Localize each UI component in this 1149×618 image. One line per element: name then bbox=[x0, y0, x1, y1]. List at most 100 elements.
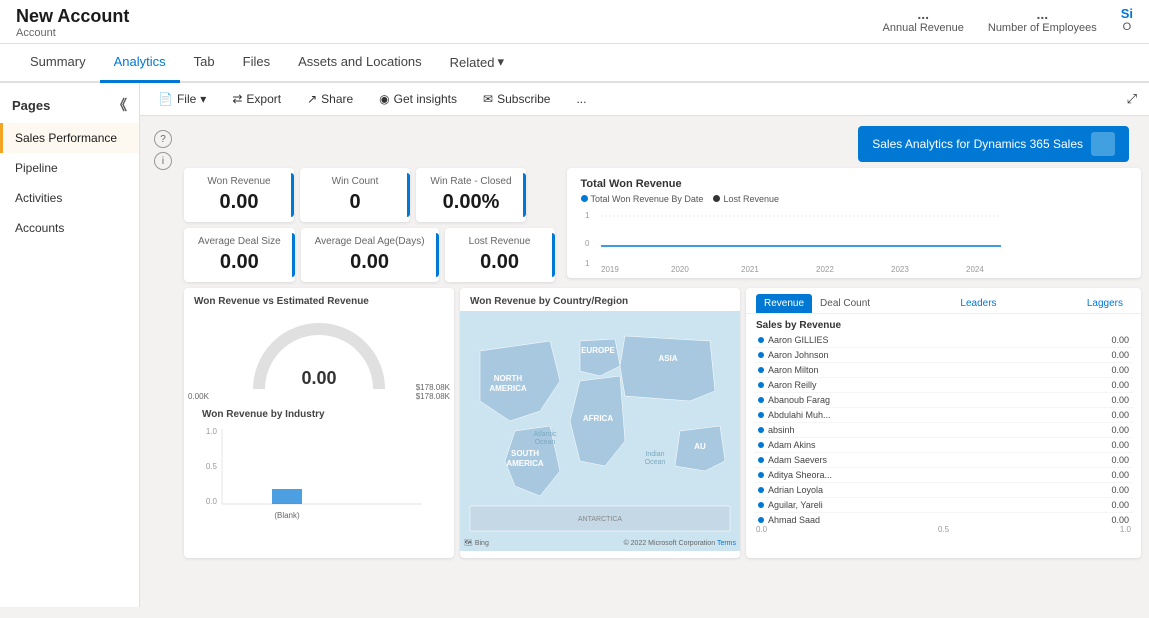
won-vs-estimated-title: Won Revenue vs Estimated Revenue bbox=[184, 288, 454, 311]
tab-assets[interactable]: Assets and Locations bbox=[284, 44, 436, 83]
sales-row-name: Adam Saevers bbox=[758, 455, 827, 465]
sales-name: absinh bbox=[768, 425, 795, 435]
sidebar-header: Pages 《 bbox=[0, 91, 139, 123]
svg-text:NORTH: NORTH bbox=[494, 374, 523, 383]
sales-tab-deal-count[interactable]: Deal Count bbox=[812, 294, 878, 313]
svg-text:0: 0 bbox=[585, 239, 590, 248]
svg-text:(Blank): (Blank) bbox=[274, 511, 300, 520]
svg-text:SOUTH: SOUTH bbox=[511, 449, 539, 458]
tab-files[interactable]: Files bbox=[229, 44, 284, 83]
annual-revenue-item[interactable]: ... Annual Revenue bbox=[883, 6, 964, 34]
sales-name: Aaron Reilly bbox=[768, 380, 817, 390]
annual-revenue-label: Annual Revenue bbox=[883, 22, 964, 34]
export-label: Export bbox=[246, 92, 281, 106]
map-logo: 🗺 Bing bbox=[464, 539, 489, 547]
insights-button[interactable]: ◉ Get insights bbox=[373, 89, 463, 109]
stat-avg-deal-age: Average Deal Age(Days) 0.00 bbox=[301, 228, 439, 282]
sales-tab-leaders[interactable]: Leaders bbox=[952, 294, 1004, 313]
map-card: Won Revenue by Country/Region bbox=[460, 288, 740, 558]
sidebar-collapse-icon[interactable]: 《 bbox=[113, 95, 127, 115]
sales-list-item: Adam Saevers 0.00 bbox=[754, 453, 1133, 468]
stat-win-count-label: Win Count bbox=[314, 176, 396, 187]
file-label: File bbox=[177, 92, 196, 106]
sales-dot bbox=[758, 352, 764, 358]
sales-list-item: Aguilar, Yareli 0.00 bbox=[754, 498, 1133, 513]
num-employees-item[interactable]: ... Number of Employees bbox=[988, 6, 1097, 34]
sales-name: Adam Akins bbox=[768, 440, 816, 450]
tab-related[interactable]: Related ▾ bbox=[436, 44, 518, 83]
sales-name: Ahmad Saad bbox=[768, 515, 820, 523]
info-icon-1[interactable]: ? bbox=[154, 130, 172, 148]
file-button[interactable]: 📄 File ▾ bbox=[152, 89, 212, 109]
more-button[interactable]: ... bbox=[570, 89, 592, 109]
more-label: ... bbox=[576, 92, 586, 106]
main-layout: Pages 《 Sales Performance Pipeline Activ… bbox=[0, 83, 1149, 607]
insights-icon: ◉ bbox=[379, 92, 389, 106]
file-dropdown-icon: ▾ bbox=[200, 92, 206, 106]
tab-analytics[interactable]: Analytics bbox=[100, 44, 180, 83]
sidebar-item-accounts[interactable]: Accounts bbox=[0, 213, 139, 243]
content-area: 📄 File ▾ ⇄ Export ↗ Share ◉ Get insights… bbox=[140, 83, 1149, 607]
other-label: O bbox=[1121, 21, 1133, 33]
sales-value: 0.00 bbox=[1111, 425, 1129, 435]
won-vs-estimated-card: Won Revenue vs Estimated Revenue 0.00 0.… bbox=[184, 288, 454, 558]
info-icon-2[interactable]: i bbox=[154, 152, 172, 170]
industry-bar-svg: 1.0 0.5 0.0 (Blank) bbox=[192, 424, 432, 524]
svg-text:AU: AU bbox=[694, 442, 706, 451]
export-button[interactable]: ⇄ Export bbox=[226, 89, 287, 109]
insights-label: Get insights bbox=[394, 92, 457, 106]
sales-tab-laggers[interactable]: Laggers bbox=[1079, 294, 1131, 313]
sales-list-item: Aaron GILLIES 0.00 bbox=[754, 333, 1133, 348]
gauge-svg: 0.00 bbox=[239, 314, 399, 399]
expand-button[interactable]: ⤢ bbox=[1127, 91, 1137, 107]
stat-lost-revenue: Lost Revenue 0.00 bbox=[445, 228, 555, 282]
tab-tab[interactable]: Tab bbox=[180, 44, 229, 83]
account-info: New Account Account bbox=[16, 6, 129, 39]
svg-text:ANTARCTICA: ANTARCTICA bbox=[578, 516, 623, 523]
sales-list[interactable]: Aaron GILLIES 0.00 Aaron Johnson 0.00 Aa… bbox=[746, 333, 1141, 523]
sales-list-item: Aaron Milton 0.00 bbox=[754, 363, 1133, 378]
account-subtitle: Account bbox=[16, 27, 129, 39]
stat-lost-revenue-label: Lost Revenue bbox=[459, 236, 541, 247]
sales-value: 0.00 bbox=[1111, 380, 1129, 390]
tab-summary[interactable]: Summary bbox=[16, 44, 100, 83]
svg-text:0.5: 0.5 bbox=[206, 462, 218, 471]
sales-name: Aaron GILLIES bbox=[768, 335, 829, 345]
subscribe-label: Subscribe bbox=[497, 92, 550, 106]
stat-win-rate: Win Rate - Closed 0.00% bbox=[416, 168, 526, 222]
sales-list-item: Aaron Reilly 0.00 bbox=[754, 378, 1133, 393]
sales-dot bbox=[758, 457, 764, 463]
share-button[interactable]: ↗ Share bbox=[301, 89, 359, 109]
subscribe-icon: ✉ bbox=[483, 92, 493, 106]
svg-text:AMERICA: AMERICA bbox=[506, 459, 544, 468]
sales-list-item: Adrian Loyola 0.00 bbox=[754, 483, 1133, 498]
other-dots: Si bbox=[1121, 6, 1133, 21]
svg-text:Indian: Indian bbox=[645, 451, 664, 458]
chart-legend: Total Won Revenue By Date Lost Revenue bbox=[581, 194, 1127, 204]
map-title: Won Revenue by Country/Region bbox=[460, 288, 740, 311]
map-terms[interactable]: Terms bbox=[717, 540, 736, 547]
sales-row-name: Aaron Milton bbox=[758, 365, 819, 375]
sales-dot bbox=[758, 337, 764, 343]
sales-value: 0.00 bbox=[1111, 395, 1129, 405]
sales-name: Aditya Sheora... bbox=[768, 470, 832, 480]
subscribe-button[interactable]: ✉ Subscribe bbox=[477, 89, 556, 109]
sales-row-name: Aguilar, Yareli bbox=[758, 500, 823, 510]
sales-list-item: Abanoub Farag 0.00 bbox=[754, 393, 1133, 408]
sales-value: 0.00 bbox=[1111, 455, 1129, 465]
won-industry-title: Won Revenue by Industry bbox=[192, 401, 446, 424]
nav-tabs: Summary Analytics Tab Files Assets and L… bbox=[0, 44, 1149, 83]
stat-avg-deal-age-label: Average Deal Age(Days) bbox=[315, 236, 425, 247]
sales-tab-revenue[interactable]: Revenue bbox=[756, 294, 812, 313]
stat-avg-deal-size-label: Average Deal Size bbox=[198, 236, 281, 247]
sidebar-item-pipeline[interactable]: Pipeline bbox=[0, 153, 139, 183]
other-item[interactable]: Si O bbox=[1121, 6, 1133, 34]
top-header: New Account Account ... Annual Revenue .… bbox=[0, 0, 1149, 44]
annual-revenue-dots: ... bbox=[883, 6, 964, 22]
sidebar-item-activities[interactable]: Activities bbox=[0, 183, 139, 213]
sales-dot bbox=[758, 502, 764, 508]
sales-name: Abdulahi Muh... bbox=[768, 410, 831, 420]
stat-won-revenue: Won Revenue 0.00 bbox=[184, 168, 294, 222]
sidebar-item-sales-performance[interactable]: Sales Performance bbox=[0, 123, 139, 153]
sales-list-item: Ahmad Saad 0.00 bbox=[754, 513, 1133, 523]
